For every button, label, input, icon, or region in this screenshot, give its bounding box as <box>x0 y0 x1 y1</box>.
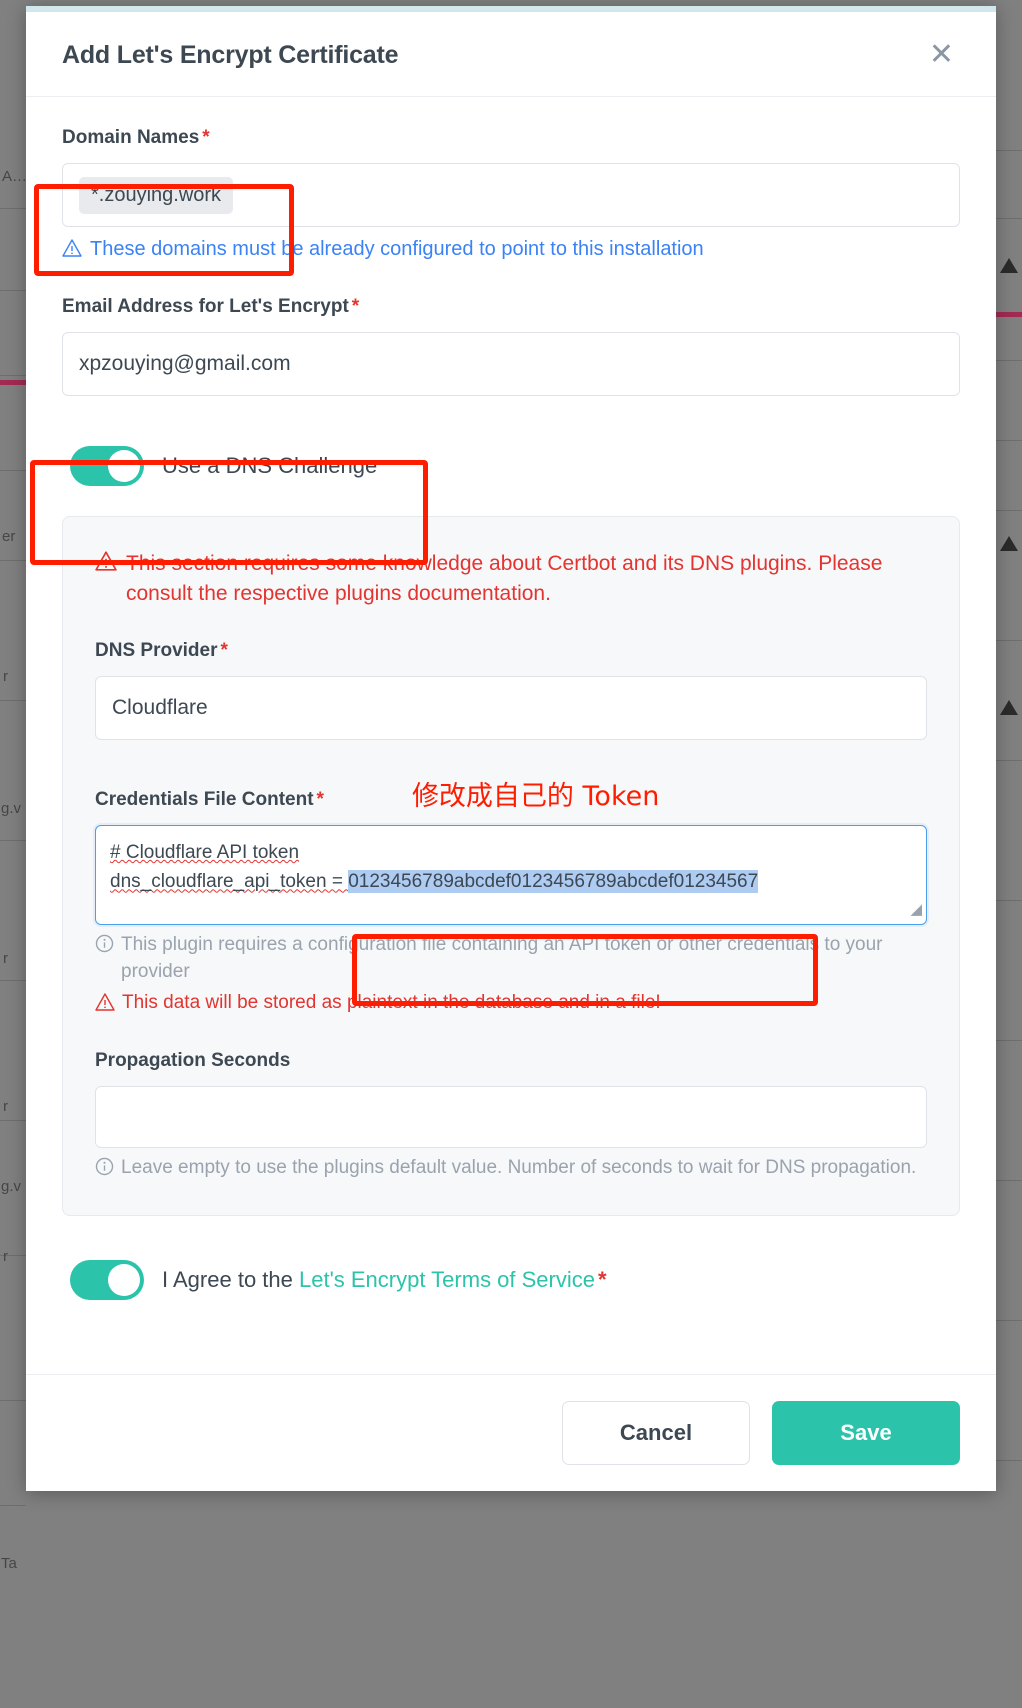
credentials-token-value[interactable]: 0123456789abcdef0123456789abcdef01234567 <box>348 870 759 894</box>
credentials-label-text: Credentials File Content <box>95 788 314 810</box>
terms-prefix: I Agree to the <box>162 1267 299 1293</box>
background-text-fragment: g.v <box>1 1178 22 1195</box>
propagation-seconds-input[interactable] <box>95 1085 927 1148</box>
email-value: xpzouying@gmail.com <box>79 352 291 375</box>
dns-panel-warning-text: This section requires some knowledge abo… <box>126 552 883 606</box>
required-marker: * <box>202 127 210 148</box>
background-text-fragment: r <box>3 1098 8 1115</box>
credentials-header: Credentials File Content * 修改成自己的 Token <box>95 774 927 813</box>
dns-provider-value: Cloudflare <box>112 695 208 719</box>
credentials-textarea-content[interactable]: # Cloudflare API token dns_cloudflare_ap… <box>95 824 927 925</box>
required-marker: * <box>598 1267 607 1293</box>
domain-names-hint: These domains must be already configured… <box>62 237 960 262</box>
add-certificate-modal: Add Let's Encrypt Certificate ✕ Domain N… <box>26 6 996 1492</box>
domain-tag[interactable]: *.zouying.work <box>79 176 234 214</box>
credentials-label: Credentials File Content * <box>95 789 324 811</box>
resize-handle-icon[interactable]: ◢ <box>910 898 922 921</box>
background-text-fragment: A… <box>2 168 28 185</box>
credentials-line-2-key: dns_cloudflare_api_token = <box>110 871 349 893</box>
background-text-fragment: r <box>3 950 8 967</box>
background-left-strip: A… er r g.v r r g.v r Ta <box>0 0 28 1708</box>
toggle-knob <box>108 1264 140 1297</box>
credentials-plaintext-warning: This data will be stored as plaintext in… <box>95 990 927 1016</box>
credentials-line-1: # Cloudflare API token <box>110 841 300 863</box>
toggle-knob <box>108 450 140 482</box>
close-icon[interactable]: ✕ <box>923 40 960 70</box>
propagation-seconds-hint-text: Leave empty to use the plugins default v… <box>121 1156 917 1178</box>
modal-header: Add Let's Encrypt Certificate ✕ <box>26 12 996 97</box>
dns-panel-warning: This section requires some knowledge abo… <box>95 549 927 610</box>
required-marker: * <box>220 639 228 661</box>
modal-body: Domain Names * *.zouying.work These domai… <box>26 97 996 1374</box>
email-label: Email Address for Let's Encrypt * <box>62 296 960 318</box>
terms-agreement-toggle[interactable]: I Agree to the Let's Encrypt Terms of Se… <box>70 1260 960 1301</box>
domain-names-hint-text: These domains must be already configured… <box>90 238 704 260</box>
cancel-button[interactable]: Cancel <box>562 1401 750 1466</box>
annotation-token-note: 修改成自己的 Token <box>411 780 660 812</box>
required-marker: * <box>316 788 324 810</box>
background-text-fragment: Ta <box>1 1555 17 1572</box>
terms-agreement-label: I Agree to the Let's Encrypt Terms of Se… <box>162 1267 607 1293</box>
background-text-fragment: r <box>3 1248 8 1265</box>
warning-triangle-icon <box>95 551 117 571</box>
email-field[interactable]: xpzouying@gmail.com <box>62 332 960 396</box>
propagation-seconds-hint: Leave empty to use the plugins default v… <box>95 1154 927 1182</box>
background-text-fragment: g.v <box>1 800 22 817</box>
required-marker: * <box>351 296 360 317</box>
info-circle-icon <box>95 1157 114 1175</box>
dns-provider-label-text: DNS Provider <box>95 639 218 661</box>
background-text-fragment: r <box>3 668 8 685</box>
credentials-hint: This plugin requires a configuration fil… <box>95 931 927 986</box>
page-title: Add Let's Encrypt Certificate <box>62 40 399 69</box>
modal-footer: Cancel Save <box>26 1374 996 1491</box>
credentials-hint-text: This plugin requires a configuration fil… <box>121 933 883 983</box>
credentials-plaintext-warning-text: This data will be stored as plaintext in… <box>122 991 661 1013</box>
dns-challenge-toggle[interactable]: Use a DNS Challenge <box>70 446 960 486</box>
info-circle-icon <box>95 934 114 953</box>
dns-settings-panel: This section requires some knowledge abo… <box>62 516 960 1217</box>
toggle-switch-on[interactable] <box>70 446 144 486</box>
dns-provider-select[interactable]: Cloudflare <box>95 675 927 740</box>
propagation-seconds-label: Propagation Seconds <box>95 1049 291 1071</box>
email-label-text: Email Address for Let's Encrypt <box>62 296 349 317</box>
domain-names-input[interactable]: *.zouying.work <box>62 163 960 227</box>
background-text-fragment: er <box>2 528 16 545</box>
terms-of-service-link[interactable]: Let's Encrypt Terms of Service <box>299 1267 595 1292</box>
dns-provider-label: DNS Provider * <box>95 640 927 662</box>
toggle-switch-on[interactable] <box>70 1260 144 1301</box>
warning-triangle-icon <box>62 239 82 257</box>
background-right-strip <box>996 0 1022 1708</box>
save-button[interactable]: Save <box>772 1401 960 1466</box>
warning-triangle-icon <box>95 993 115 1011</box>
credentials-textarea[interactable]: # Cloudflare API token dns_cloudflare_ap… <box>95 824 927 925</box>
domain-names-label-text: Domain Names <box>62 127 200 148</box>
dns-challenge-label: Use a DNS Challenge <box>162 453 378 478</box>
domain-names-label: Domain Names * <box>62 127 960 149</box>
